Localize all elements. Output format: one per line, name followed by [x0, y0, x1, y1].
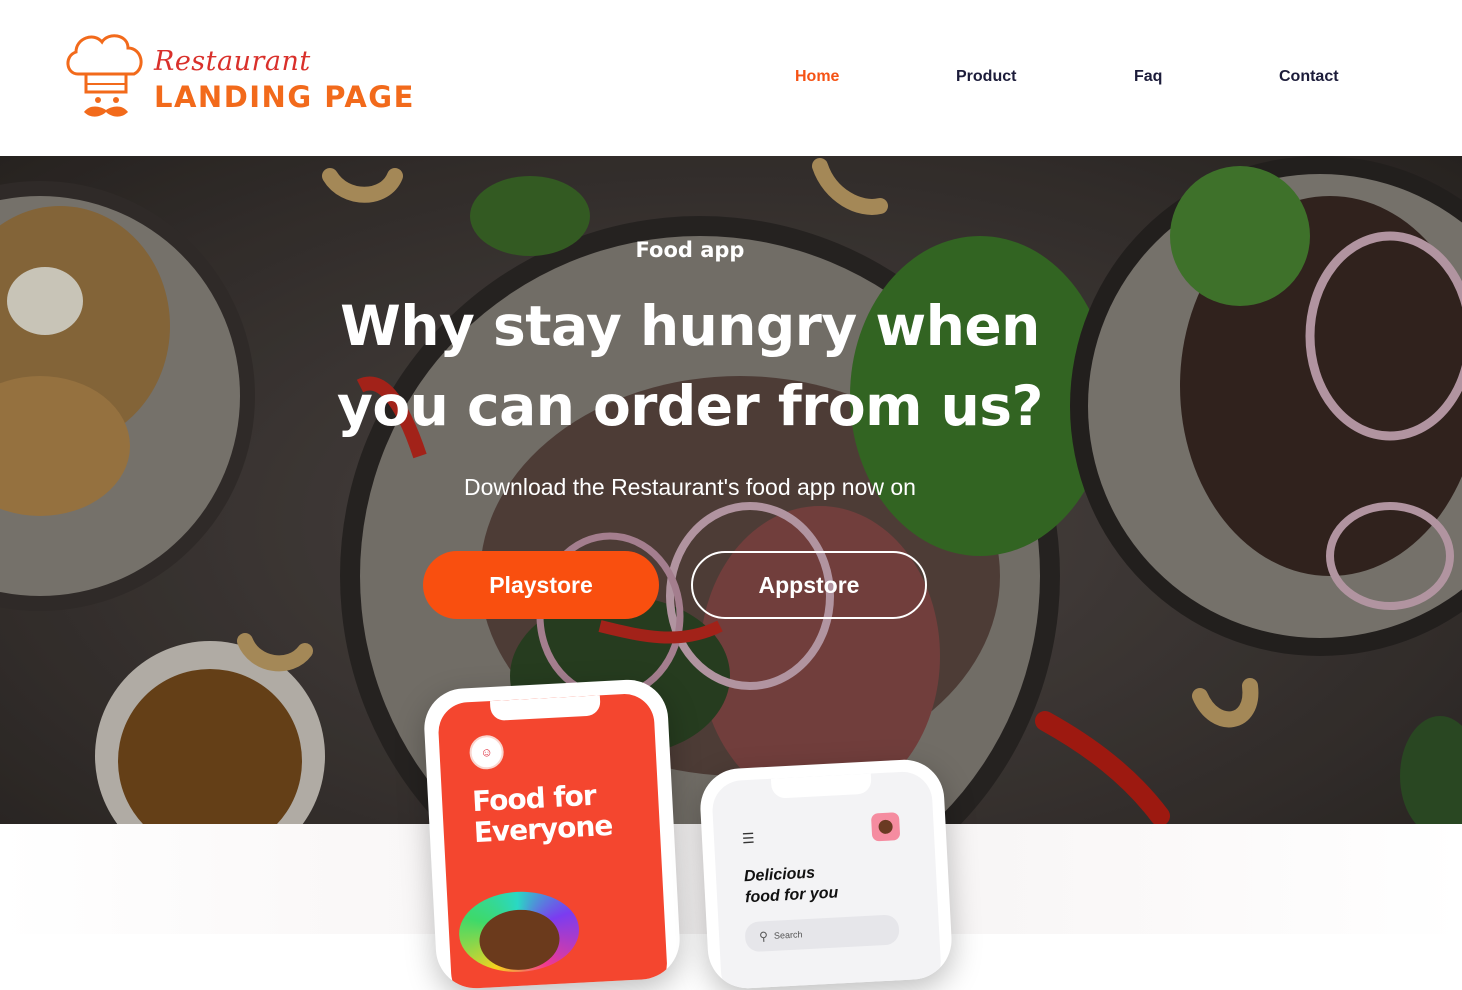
search-icon: ⚲: [758, 929, 769, 944]
appstore-button[interactable]: Appstore: [691, 551, 927, 619]
hamburger-menu-icon: ☰: [741, 829, 755, 847]
phone-right-title: Delicious food for you: [743, 861, 839, 908]
phone-right-title-line1: Delicious: [743, 864, 816, 886]
nav-product[interactable]: Product: [956, 68, 1016, 86]
site-header: Restaurant LANDING PAGE Home Product Faq…: [0, 0, 1462, 156]
hero-headline-line2: you can order from us?: [337, 374, 1043, 438]
playstore-button[interactable]: Playstore: [423, 551, 659, 619]
phone-left-title-line2: Everyone: [472, 808, 614, 850]
phone-search-bar: ⚲ Search: [744, 914, 900, 953]
phone-right-title-line2: food for you: [744, 884, 839, 907]
phone-left-screen: ☺ Food for Everyone: [437, 692, 669, 990]
nav-faq[interactable]: Faq: [1134, 68, 1162, 86]
phone-left-title: Food for Everyone: [471, 779, 614, 850]
phone-notch: [489, 695, 601, 722]
nav-contact[interactable]: Contact: [1279, 68, 1339, 86]
chef-avatar-icon: ☺: [468, 734, 505, 771]
hero-headline-line1: Why stay hungry when: [340, 294, 1040, 358]
user-avatar-icon: [870, 812, 901, 842]
phone-mockup-right: ☰ Delicious food for you ⚲ Search: [698, 757, 954, 990]
hero-eyebrow: Food app: [635, 238, 745, 262]
nav-home[interactable]: Home: [795, 68, 839, 86]
main-nav: Home Product Faq Contact: [0, 68, 1462, 90]
hero-headline: Why stay hungry when you can order from …: [300, 286, 1080, 446]
phone-search-placeholder: Search: [773, 929, 803, 941]
phone-mockup-left: ☺ Food for Everyone: [422, 677, 682, 990]
phone-notch: [770, 773, 872, 799]
hero-section: Food app Why stay hungry when you can or…: [0, 156, 1462, 824]
hero-subtitle: Download the Restaurant's food app now o…: [464, 474, 916, 500]
phone-right-screen: ☰ Delicious food for you ⚲ Search: [711, 770, 943, 990]
